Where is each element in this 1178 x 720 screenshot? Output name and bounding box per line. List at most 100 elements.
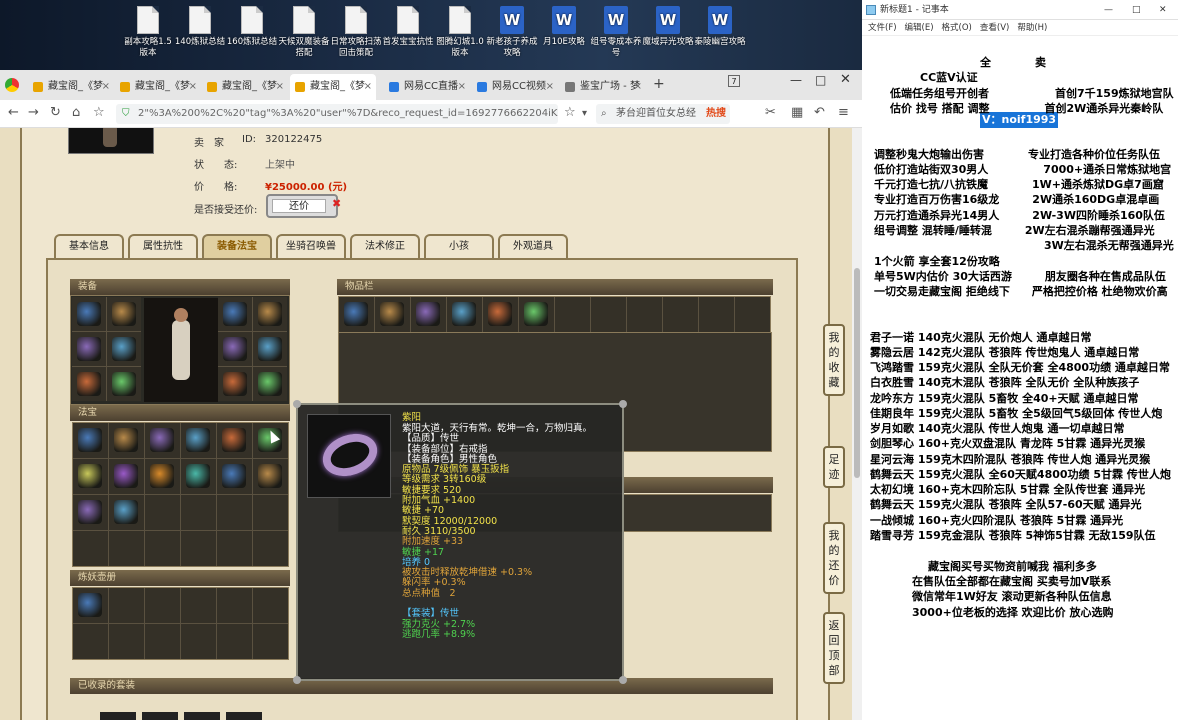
inventory-slot[interactable]: [735, 297, 770, 332]
tab-counter[interactable]: 7: [728, 75, 740, 87]
dropdown-icon[interactable]: ▾: [582, 108, 587, 119]
desktop-icon[interactable]: 日常攻略扫荡回击策配: [328, 6, 384, 59]
inventory-slot[interactable]: [627, 297, 662, 332]
browser-tab[interactable]: 藏宝阁_《梦 ×: [290, 74, 376, 100]
storage-slot[interactable]: [73, 624, 108, 659]
tab-mounts[interactable]: 坐骑召唤兽: [276, 234, 346, 260]
storage-slot[interactable]: [181, 588, 216, 623]
equipment-slot[interactable]: [253, 297, 287, 331]
desktop-icon[interactable]: 首发宝宝抗性: [380, 6, 436, 48]
my-offers-button[interactable]: 我的还价: [823, 522, 845, 594]
desktop-icon[interactable]: W 组号零成本养号: [588, 6, 644, 59]
treasure-slot[interactable]: [73, 495, 108, 530]
storage-slot[interactable]: [217, 588, 252, 623]
minimize-button[interactable]: —: [790, 73, 802, 87]
browser-tab[interactable]: 网易CC视频 ×: [472, 74, 558, 100]
treasure-slot[interactable]: [145, 423, 180, 458]
star-icon[interactable]: ☆: [93, 105, 105, 120]
storage-slot[interactable]: [145, 588, 180, 623]
notepad-close[interactable]: ✕: [1159, 0, 1167, 20]
treasure-slot[interactable]: [217, 459, 252, 494]
tab-child[interactable]: 小孩: [424, 234, 494, 260]
storage-slot[interactable]: [109, 588, 144, 623]
tab-close-icon[interactable]: ×: [634, 74, 642, 100]
notepad-text-area[interactable]: V：noif1993 全 卖 CC蓝V认证 低端任务组号开创者 首创7千159炼狱…: [862, 36, 1178, 720]
desktop-icon[interactable]: 160炼狱总结: [224, 6, 280, 48]
treasure-slot[interactable]: [181, 495, 216, 530]
grid-icon[interactable]: ▦: [791, 105, 803, 120]
desktop-icon[interactable]: W 月10E攻略: [536, 6, 592, 48]
storage-slot[interactable]: [145, 624, 180, 659]
tab-close-icon[interactable]: ×: [276, 74, 284, 100]
notepad-minimize[interactable]: —: [1104, 0, 1113, 20]
equipment-slot[interactable]: [107, 332, 141, 366]
tab-close-icon[interactable]: ×: [189, 74, 197, 100]
storage-slot[interactable]: [109, 624, 144, 659]
inventory-slot[interactable]: [555, 297, 590, 332]
storage-slot[interactable]: [217, 624, 252, 659]
equipment-slot[interactable]: [218, 297, 252, 331]
treasure-slot[interactable]: [73, 459, 108, 494]
home-icon[interactable]: ⌂: [72, 105, 80, 120]
footprint-button[interactable]: 足迹: [823, 446, 845, 488]
treasure-slot[interactable]: [73, 531, 108, 566]
inventory-slot[interactable]: [519, 297, 554, 332]
browser-logo-icon[interactable]: [5, 78, 19, 92]
new-tab-button[interactable]: +: [653, 76, 665, 92]
inventory-slot[interactable]: [375, 297, 410, 332]
inventory-slot[interactable]: [339, 297, 374, 332]
treasure-slot[interactable]: [253, 531, 288, 566]
inventory-slot[interactable]: [447, 297, 482, 332]
inventory-slot[interactable]: [663, 297, 698, 332]
storage-slot[interactable]: [253, 624, 288, 659]
tab-close-icon[interactable]: ×: [102, 74, 110, 100]
treasure-slot[interactable]: [145, 459, 180, 494]
browser-tab[interactable]: 网易CC直播 ×: [384, 74, 470, 100]
treasure-slot[interactable]: [109, 423, 144, 458]
treasure-slot[interactable]: [217, 531, 252, 566]
treasure-slot[interactable]: [145, 495, 180, 530]
treasure-slot[interactable]: [109, 459, 144, 494]
notepad-menu-item[interactable]: 编辑(E): [905, 23, 934, 33]
equipment-slot[interactable]: [107, 297, 141, 331]
treasure-slot[interactable]: [181, 423, 216, 458]
equipment-slot[interactable]: [72, 332, 106, 366]
treasure-slot[interactable]: [253, 459, 288, 494]
desktop-icon[interactable]: 140炼狱总结: [172, 6, 228, 48]
desktop-icon[interactable]: W 秦陵幽宫攻略: [692, 6, 748, 48]
browser-tab[interactable]: 藏宝阁_《梦 ×: [115, 74, 201, 100]
treasure-slot[interactable]: [109, 495, 144, 530]
tab-appearance[interactable]: 外观道具: [498, 234, 568, 260]
desktop-icon[interactable]: W 新老孩子养成攻略: [484, 6, 540, 59]
close-icon[interactable]: ✖: [332, 197, 341, 210]
menu-icon[interactable]: ≡: [838, 105, 849, 120]
bookmark-star-icon[interactable]: ☆: [564, 105, 576, 120]
page-scrollbar[interactable]: [852, 128, 862, 720]
treasure-slot[interactable]: [145, 531, 180, 566]
tab-close-icon[interactable]: ×: [458, 74, 466, 100]
equipment-slot[interactable]: [218, 367, 252, 401]
storage-slot[interactable]: [73, 588, 108, 623]
inventory-slot[interactable]: [591, 297, 626, 332]
back-to-top-button[interactable]: 返回顶部: [823, 612, 845, 684]
notepad-maximize[interactable]: □: [1132, 0, 1141, 20]
notepad-menu-item[interactable]: 文件(F): [868, 23, 897, 33]
scissors-icon[interactable]: ✂: [765, 105, 776, 120]
treasure-slot[interactable]: [73, 423, 108, 458]
favorites-button[interactable]: 我的收藏: [823, 324, 845, 396]
back-icon[interactable]: ←: [8, 105, 19, 120]
close-window-button[interactable]: ✕: [840, 72, 851, 87]
tab-attributes[interactable]: 属性抗性: [128, 234, 198, 260]
browser-tab[interactable]: 鉴宝广场 - 梦 ×: [560, 74, 646, 100]
scrollbar-thumb[interactable]: [854, 268, 860, 478]
storage-slot[interactable]: [253, 588, 288, 623]
desktop-icon[interactable]: 副本攻略1.5版本: [120, 6, 176, 59]
forward-icon[interactable]: →: [28, 105, 39, 120]
desktop-icon[interactable]: 天候双魔装备搭配: [276, 6, 332, 59]
notepad-menu-item[interactable]: 格式(O): [942, 23, 972, 33]
tab-basic-info[interactable]: 基本信息: [54, 234, 124, 260]
equipment-slot[interactable]: [253, 367, 287, 401]
undo-icon[interactable]: ↶: [814, 105, 825, 120]
browser-tab[interactable]: 藏宝阁_《梦 ×: [202, 74, 288, 100]
storage-slot[interactable]: [181, 624, 216, 659]
